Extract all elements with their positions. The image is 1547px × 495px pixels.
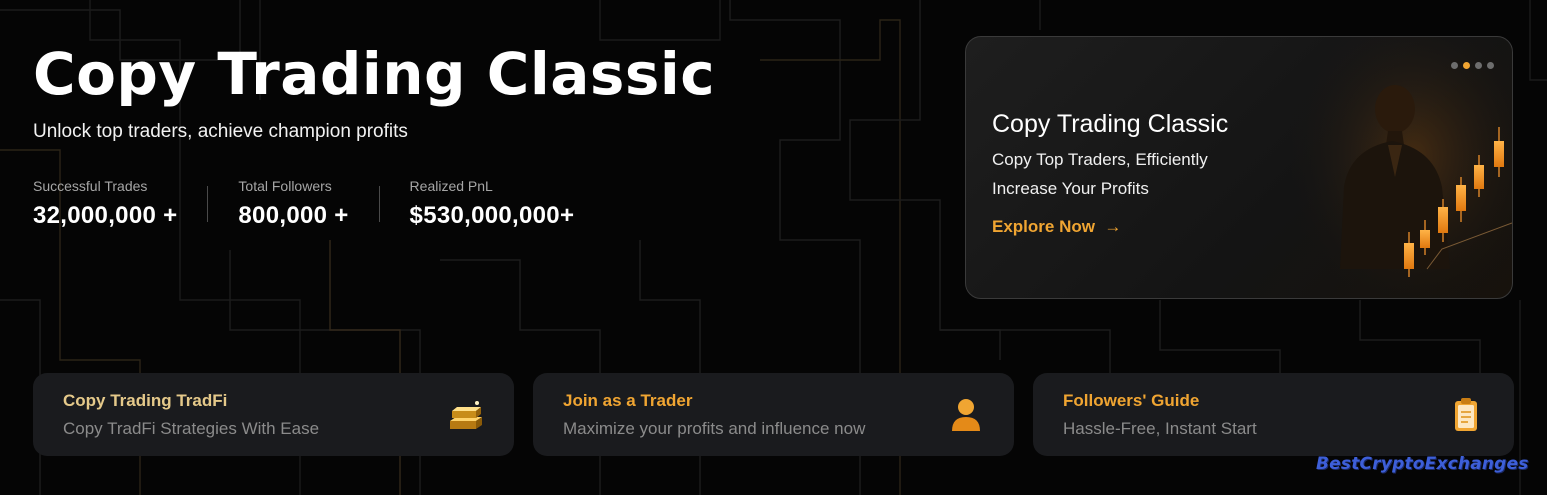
explore-now-label: Explore Now <box>992 217 1095 236</box>
stat-value: 32,000,000 + <box>33 202 178 229</box>
stat-divider <box>207 186 209 222</box>
person-icon <box>952 399 980 431</box>
promo-line-1: Copy Top Traders, Efficiently <box>992 150 1208 169</box>
stat-total-followers: Total Followers 800,000 + <box>238 178 348 230</box>
promo-line-2: Increase Your Profits <box>992 179 1149 198</box>
feature-card-tradfi[interactable]: Copy Trading TradFi Copy TradFi Strategi… <box>33 373 514 456</box>
clipboard-icon <box>1455 398 1477 431</box>
feature-description: Hassle-Free, Instant Start <box>1063 419 1257 438</box>
stat-divider <box>378 186 380 222</box>
carousel-dot[interactable] <box>1487 62 1494 69</box>
watermark-logo: BestCryptoExchanges <box>1316 454 1529 474</box>
feature-title: Followers' Guide <box>1063 391 1200 410</box>
feature-description: Maximize your profits and influence now <box>563 419 866 438</box>
carousel-dot-active[interactable] <box>1463 62 1470 69</box>
stats-row: Successful Trades 32,000,000 + Total Fol… <box>33 178 574 230</box>
promo-title: Copy Trading Classic <box>992 110 1229 138</box>
gold-bars-icon <box>450 401 482 429</box>
stat-label: Realized PnL <box>409 178 493 194</box>
arrow-right-icon: → <box>1099 217 1122 236</box>
page-title: Copy Trading Classic <box>33 40 716 108</box>
stat-realized-pnl: Realized PnL $530,000,000+ <box>410 178 575 230</box>
carousel-dot[interactable] <box>1475 62 1482 69</box>
promo-banner-card[interactable]: Copy Trading Classic Copy Top Traders, E… <box>965 36 1513 299</box>
feature-card-followers-guide[interactable]: Followers' Guide Hassle-Free, Instant St… <box>1033 373 1514 456</box>
feature-card-join-trader[interactable]: Join as a Trader Maximize your profits a… <box>533 373 1014 456</box>
stat-label: Total Followers <box>238 178 332 194</box>
stat-successful-trades: Successful Trades 32,000,000 + <box>33 178 177 230</box>
feature-title: Copy Trading TradFi <box>63 391 228 410</box>
stat-value: $530,000,000+ <box>409 202 575 229</box>
explore-now-link[interactable]: Explore Now → <box>992 217 1121 237</box>
feature-description: Copy TradFi Strategies With Ease <box>63 419 320 438</box>
trader-candlestick-illustration <box>1292 37 1512 298</box>
stat-label: Successful Trades <box>33 178 148 194</box>
page-subtitle: Unlock top traders, achieve champion pro… <box>33 121 408 142</box>
carousel-dot[interactable] <box>1451 62 1458 69</box>
feature-title: Join as a Trader <box>563 391 693 410</box>
stat-value: 800,000 + <box>238 202 349 229</box>
carousel-indicator[interactable] <box>1451 62 1494 69</box>
promo-description: Copy Top Traders, Efficiently Increase Y… <box>992 145 1272 203</box>
